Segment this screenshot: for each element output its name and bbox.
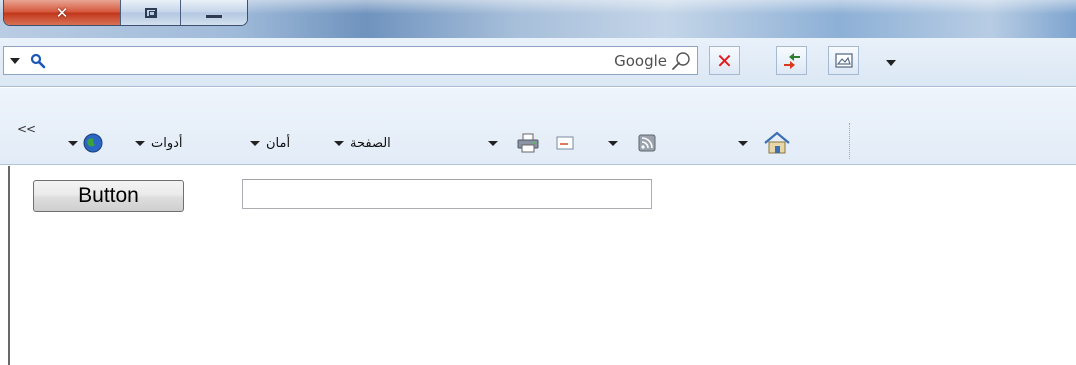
content-button[interactable]: Button: [33, 180, 184, 212]
compatibility-view-icon: [834, 52, 853, 68]
search-dropdown-arrow-icon[interactable]: [10, 58, 20, 64]
command-bar-separator: [849, 123, 850, 159]
read-mail-button[interactable]: [556, 133, 574, 153]
print-icon: [517, 133, 539, 153]
search-input[interactable]: Google: [3, 46, 698, 75]
page-menu[interactable]: الصفحة: [334, 133, 391, 153]
dropdown-arrow-icon: [68, 140, 78, 146]
stop-button[interactable]: ✕: [709, 46, 740, 75]
refresh-button[interactable]: [776, 46, 807, 75]
print-menu[interactable]: [488, 133, 540, 153]
caption-buttons: ✕: [3, 0, 248, 26]
command-bar: << أدوات أمان الصفحة: [0, 88, 1076, 165]
mail-icon: [556, 136, 574, 150]
more-tools-arrow-icon[interactable]: [886, 60, 896, 66]
restore-button[interactable]: [121, 0, 181, 25]
dropdown-arrow-icon: [250, 140, 260, 146]
search-go-icon[interactable]: [671, 51, 691, 71]
minimize-button[interactable]: [181, 0, 247, 25]
help-menu[interactable]: [68, 133, 104, 153]
tools-menu-label: أدوات: [151, 135, 183, 151]
command-bar-chevron[interactable]: <<: [17, 122, 36, 136]
safety-menu[interactable]: أمان: [250, 133, 290, 153]
home-icon: [764, 131, 790, 154]
dropdown-arrow-icon: [488, 140, 498, 146]
feeds-menu[interactable]: [608, 133, 656, 153]
minimize-icon: [206, 15, 222, 18]
search-provider-label: Google: [614, 52, 667, 70]
refresh-icon: [783, 52, 800, 69]
close-icon: ✕: [55, 3, 69, 22]
dropdown-arrow-icon: [334, 140, 344, 146]
feeds-icon: [638, 134, 656, 152]
compatibility-view-button[interactable]: [828, 46, 859, 75]
title-bar: ✕: [0, 0, 1076, 38]
search-icon[interactable]: [30, 53, 46, 69]
browser-window: ✕ Google ✕ << أدوات أمان الصفحة Button: [0, 0, 1076, 365]
home-menu[interactable]: [738, 131, 792, 154]
page-menu-label: الصفحة: [350, 135, 391, 151]
content-frame-border: [8, 166, 10, 365]
dropdown-arrow-icon: [608, 140, 618, 146]
content-textbox[interactable]: [242, 179, 652, 209]
restore-icon: [144, 7, 157, 18]
safety-menu-label: أمان: [266, 135, 291, 151]
close-button[interactable]: ✕: [4, 0, 121, 25]
dropdown-arrow-icon: [135, 140, 145, 146]
stop-icon: ✕: [716, 48, 733, 73]
search-toolbar: Google ✕: [0, 38, 1076, 87]
dropdown-arrow-icon: [738, 140, 748, 146]
tools-menu[interactable]: أدوات: [135, 133, 183, 153]
help-globe-icon: [83, 133, 103, 153]
